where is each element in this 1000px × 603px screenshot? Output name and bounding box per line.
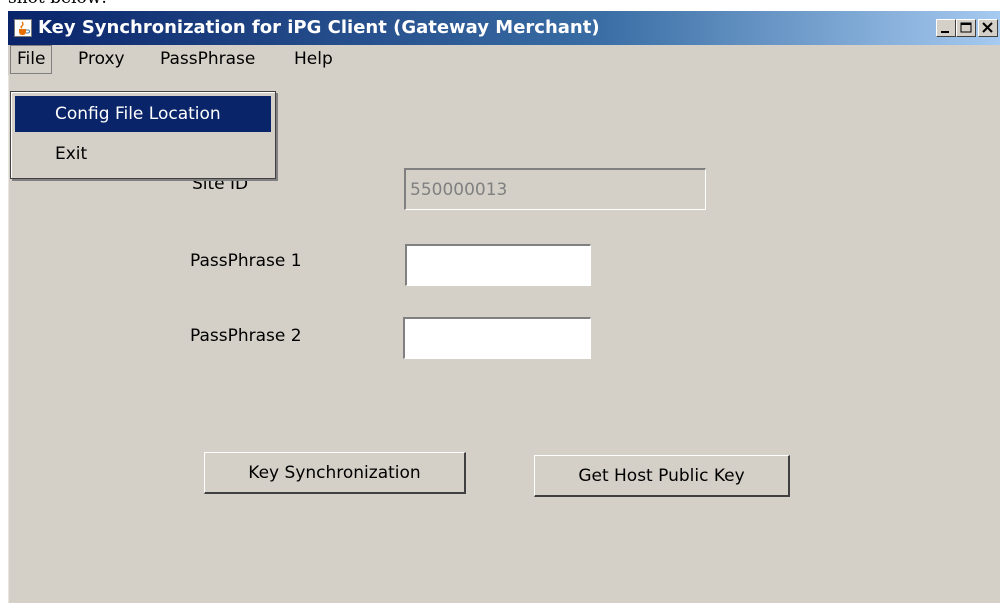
menu-passphrase[interactable]: PassPhrase xyxy=(154,45,261,73)
minimize-button[interactable] xyxy=(936,19,956,37)
title-bar[interactable]: Key Synchronization for iPG Client (Gate… xyxy=(8,11,1000,45)
close-button[interactable] xyxy=(978,19,998,37)
menu-item-exit[interactable]: Exit xyxy=(15,136,271,172)
passphrase2-field[interactable] xyxy=(403,317,591,359)
maximize-button[interactable] xyxy=(956,19,976,37)
menu-help[interactable]: Help xyxy=(288,45,339,73)
passphrase2-label: PassPhrase 2 xyxy=(190,326,302,346)
file-menu-dropdown: Config File Location Exit xyxy=(10,91,276,179)
get-host-public-key-button[interactable]: Get Host Public Key xyxy=(534,455,790,497)
app-window: Key Synchronization for iPG Client (Gate… xyxy=(8,11,1000,603)
passphrase1-field[interactable] xyxy=(405,244,591,286)
maximize-icon xyxy=(960,22,972,33)
menu-file[interactable]: File xyxy=(10,45,53,74)
java-cup-icon[interactable] xyxy=(14,19,32,37)
close-icon xyxy=(982,22,993,33)
page-caption-text: shot below: xyxy=(8,0,107,8)
menu-item-config-file-location[interactable]: Config File Location xyxy=(15,96,271,132)
passphrase1-label: PassPhrase 1 xyxy=(190,251,302,271)
site-id-field xyxy=(404,168,706,210)
minimize-icon xyxy=(941,31,949,33)
window-title: Key Synchronization for iPG Client (Gate… xyxy=(38,17,600,38)
key-synchronization-button[interactable]: Key Synchronization xyxy=(204,452,466,494)
menu-proxy[interactable]: Proxy xyxy=(72,45,131,73)
menu-bar: File Proxy PassPhrase Help xyxy=(8,45,1000,75)
